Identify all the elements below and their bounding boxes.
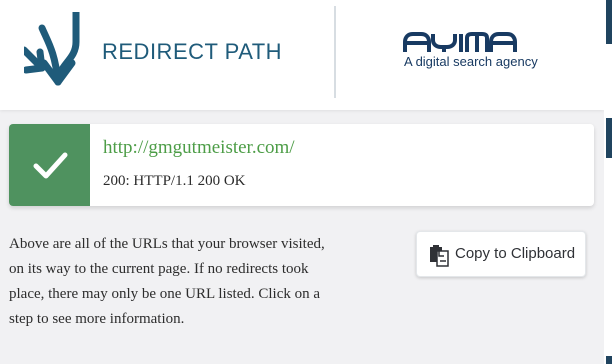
- copy-button-label: Copy to Clipboard: [455, 245, 576, 262]
- background-page-strip: [604, 0, 612, 364]
- info-line: step to see more information.: [9, 311, 185, 327]
- redirect-path-title: REDIRECT PATH: [102, 39, 283, 64]
- popup-header: REDIRECT PATH A digital search agency: [0, 0, 604, 110]
- info-line: place, there may only be one URL listed.…: [9, 286, 321, 302]
- info-text: Above are all of the URLs that your brow…: [9, 232, 359, 332]
- background-page-fragment: [606, 118, 612, 158]
- redirect-step[interactable]: http://gmgutmeister.com/ 200: HTTP/1.1 2…: [9, 124, 594, 206]
- copy-to-clipboard-button[interactable]: Copy to Clipboard: [416, 231, 586, 277]
- header-divider: [334, 6, 336, 98]
- ayima-logo: [403, 32, 517, 52]
- redirect-path-popup: REDIRECT PATH A digital search agency ht…: [0, 0, 604, 364]
- info-line: on its way to the current page. If no re…: [9, 261, 309, 277]
- background-page-fragment: [606, 356, 612, 364]
- ayima-tagline: A digital search agency: [404, 54, 538, 69]
- clipboard-icon: [430, 245, 449, 267]
- status-indicator: [9, 124, 90, 206]
- background-page-fragment: [606, 0, 612, 44]
- redirect-arrows-icon: [24, 12, 80, 86]
- info-line: Above are all of the URLs that your brow…: [9, 236, 325, 252]
- step-status: 200: HTTP/1.1 200 OK: [103, 173, 246, 189]
- checkmark-icon: [33, 152, 68, 179]
- step-url[interactable]: http://gmgutmeister.com/: [103, 137, 295, 159]
- redirect-path-brand: REDIRECT PATH: [24, 12, 284, 92]
- ayima-brand: A digital search agency: [400, 30, 570, 74]
